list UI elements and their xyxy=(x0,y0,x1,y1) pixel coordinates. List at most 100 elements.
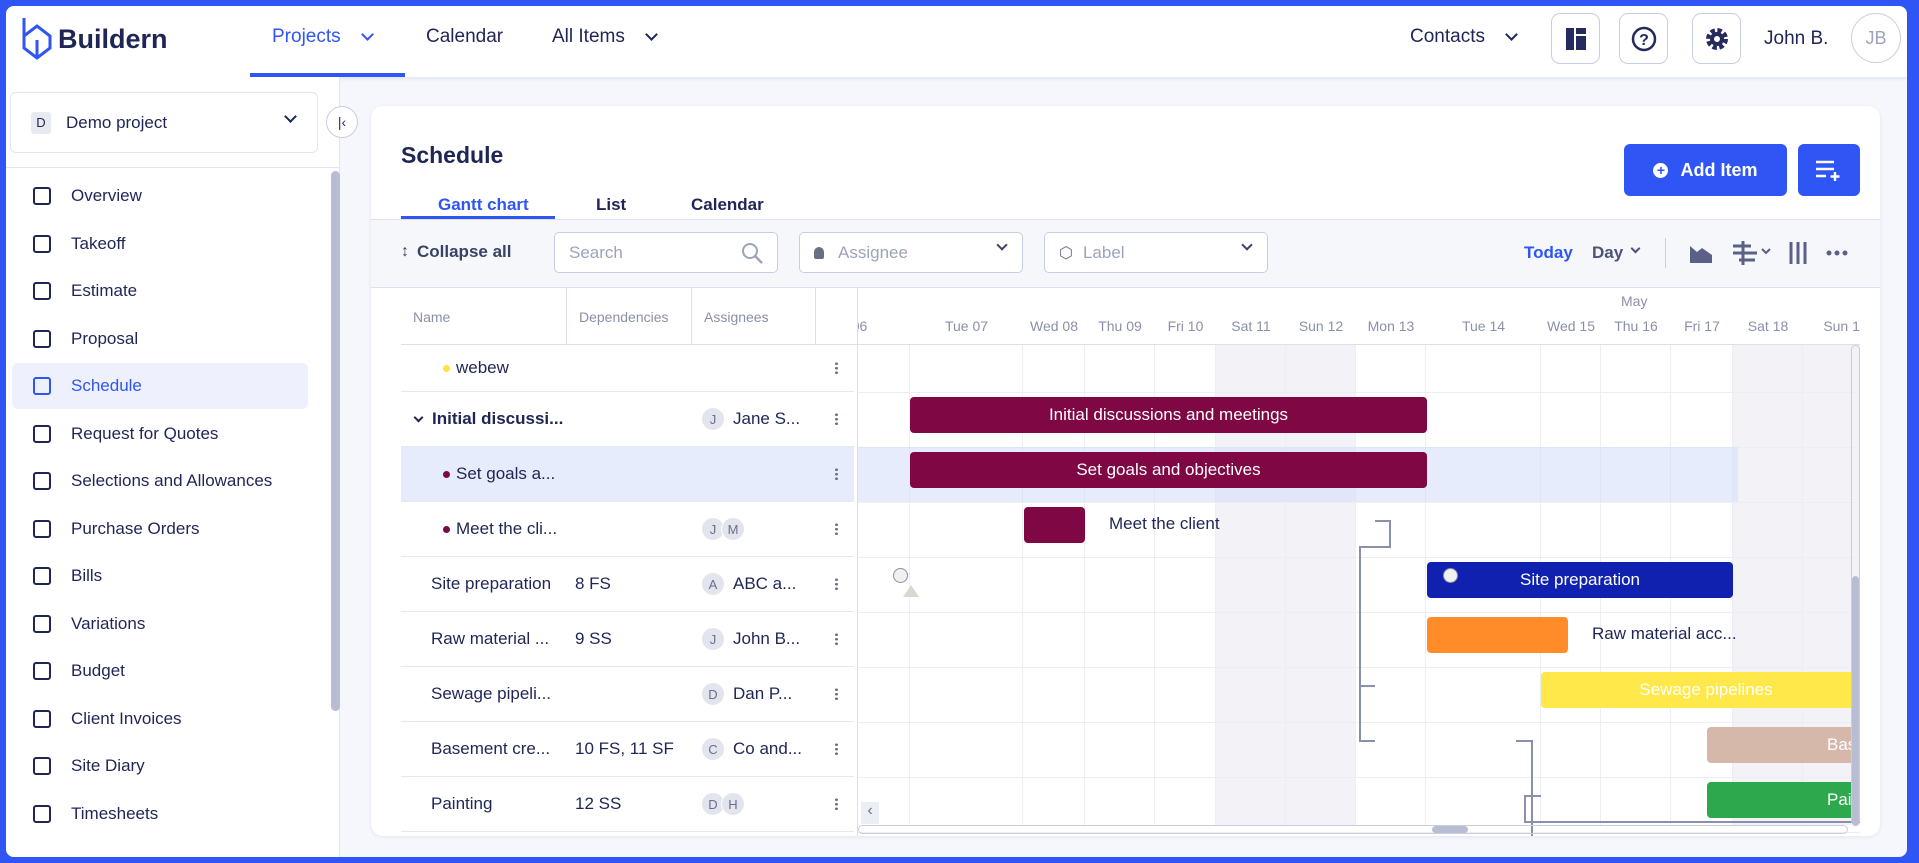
table-row[interactable]: Meet the cli... J M xyxy=(401,502,854,557)
sidebar-item-label: Client Invoices xyxy=(71,708,182,728)
right-drag-handle[interactable] xyxy=(1443,568,1458,583)
add-list-button[interactable] xyxy=(1798,144,1860,196)
table-row[interactable]: Sewage pipeli... D Dan P... xyxy=(401,667,854,722)
project-selector[interactable]: D Demo project xyxy=(10,92,318,153)
sidebar-item-estimate[interactable]: Estimate xyxy=(12,268,308,314)
name-cell: Initial discussi... xyxy=(413,392,563,446)
nav-calendar[interactable]: Calendar xyxy=(426,26,503,48)
horizontal-scrollbar[interactable] xyxy=(858,825,1848,834)
gantt-bar[interactable]: Sewage pipelines xyxy=(1541,672,1860,708)
chevron-down-icon[interactable] xyxy=(413,412,424,422)
dependency-link xyxy=(1359,520,1391,687)
sidebar-item-request-for-quotes[interactable]: Request for Quotes xyxy=(12,411,308,457)
more-icon[interactable] xyxy=(1826,250,1848,256)
row-menu-icon[interactable] xyxy=(835,632,838,646)
takeoff-icon xyxy=(33,234,51,253)
row-menu-icon[interactable] xyxy=(835,361,838,375)
scale-select[interactable]: Day xyxy=(1592,243,1641,263)
collapse-all-label: Collapse all xyxy=(417,242,512,261)
sidebar-item-variations[interactable]: Variations xyxy=(12,601,308,647)
search-input[interactable]: Search xyxy=(554,232,778,273)
nav-all-items[interactable]: All Items xyxy=(552,26,658,48)
chevron-down-icon xyxy=(284,110,297,123)
today-button[interactable]: Today xyxy=(1524,243,1573,263)
sidebar-item-overview[interactable]: Overview xyxy=(12,173,308,219)
user-avatar[interactable]: JB xyxy=(1851,13,1901,63)
sidebar-item-site-diary[interactable]: Site Diary xyxy=(12,743,308,789)
project-name: Demo project xyxy=(66,112,168,132)
gantt-bar[interactable]: Site preparation xyxy=(1427,562,1733,598)
table-row[interactable]: Initial discussi... J Jane S... xyxy=(401,392,854,447)
gantt-bar[interactable]: Basement creation xyxy=(1707,727,1860,763)
help-button[interactable]: ? xyxy=(1619,13,1668,64)
gantt-bar[interactable]: Initial discussions and meetings xyxy=(910,397,1427,433)
gantt-bar[interactable]: Painting xyxy=(1707,782,1860,818)
add-item-button[interactable]: + Add Item xyxy=(1624,144,1787,196)
vertical-scroll-thumb[interactable] xyxy=(1852,576,1859,826)
table-row[interactable]: Raw material ... 9 SS J John B... xyxy=(401,612,854,667)
critical-path-icon[interactable] xyxy=(1731,240,1775,266)
search-placeholder: Search xyxy=(569,242,623,262)
tab-calendar[interactable]: Calendar xyxy=(691,195,764,215)
column-header-assignees[interactable]: Assignees xyxy=(692,288,816,345)
collapse-all-button[interactable]: ↕ Collapse all xyxy=(401,242,511,262)
sidebar-item-timesheets[interactable]: Timesheets xyxy=(12,791,308,837)
assignee-name: Jane S... xyxy=(733,409,801,428)
row-menu-icon[interactable] xyxy=(835,797,838,811)
tab-gantt-chart[interactable]: Gantt chart xyxy=(438,195,529,215)
columns-icon[interactable] xyxy=(1789,242,1807,264)
nav-projects[interactable]: Projects xyxy=(272,26,374,48)
row-menu-icon[interactable] xyxy=(835,742,838,756)
horizontal-scroll-thumb[interactable] xyxy=(1432,826,1468,833)
layout-button[interactable] xyxy=(1551,13,1600,64)
selections-icon xyxy=(33,472,51,490)
contacts-menu[interactable]: Contacts xyxy=(1410,26,1518,48)
baseline-icon[interactable] xyxy=(1689,244,1713,264)
app-window: Buildern Projects Calendar All Items Con… xyxy=(6,6,1907,857)
table-row[interactable]: webew xyxy=(401,345,854,392)
status-dot xyxy=(443,525,450,533)
sidebar-item-bills[interactable]: Bills xyxy=(12,553,308,599)
logo[interactable]: Buildern xyxy=(20,16,168,62)
row-menu-icon[interactable] xyxy=(835,577,838,591)
tab-list[interactable]: List xyxy=(596,195,626,215)
collapse-sidebar-button[interactable]: |‹ xyxy=(326,106,358,138)
settings-button[interactable] xyxy=(1692,13,1741,64)
scroll-left-button[interactable]: ‹ xyxy=(861,802,879,824)
sidebar-item-budget[interactable]: Budget xyxy=(12,648,308,694)
row-menu-icon[interactable] xyxy=(835,522,838,536)
bar-label: Raw material acc... xyxy=(1592,624,1737,643)
column-header-dependencies[interactable]: Dependencies xyxy=(567,288,692,345)
table-row[interactable]: Set goals a... xyxy=(401,447,854,502)
column-header-name[interactable]: Name xyxy=(401,288,567,345)
sidebar-item-client-invoices[interactable]: Client Invoices xyxy=(12,696,308,742)
row-menu-icon[interactable] xyxy=(835,412,838,426)
row-menu-icon[interactable] xyxy=(835,467,838,481)
gantt-bar[interactable]: Set goals and objectives xyxy=(910,452,1427,488)
sidebar-item-schedule[interactable]: Schedule xyxy=(12,363,308,409)
sidebar-scrollbar[interactable] xyxy=(331,171,340,711)
progress-handle[interactable] xyxy=(903,585,919,597)
name-cell: Basement cre... xyxy=(431,722,550,776)
gantt-bar[interactable] xyxy=(1024,507,1085,543)
left-drag-handle[interactable] xyxy=(893,568,908,583)
assignees-cell: C Co and... xyxy=(701,722,802,776)
sidebar-item-proposal[interactable]: Proposal xyxy=(12,316,308,362)
sidebar-item-label: Estimate xyxy=(71,281,138,300)
table-row[interactable]: Painting 12 SS D H xyxy=(401,777,854,832)
vertical-scrollbar[interactable] xyxy=(1851,345,1860,826)
sidebar-item-selections-and-allowances[interactable]: Selections and Allowances xyxy=(12,458,308,504)
timesheet-icon xyxy=(33,804,51,823)
avatar: C xyxy=(701,737,725,761)
assignee-select[interactable]: Assignee xyxy=(799,232,1023,273)
status-dot xyxy=(443,470,450,478)
label-select[interactable]: ⬡ Label xyxy=(1044,232,1268,273)
table-row[interactable]: Site preparation 8 FS A ABC a... xyxy=(401,557,854,612)
table-row[interactable]: Basement cre... 10 FS, 11 SF C Co and... xyxy=(401,722,854,777)
sidebar-item-purchase-orders[interactable]: Purchase Orders xyxy=(12,506,308,552)
invoice-icon xyxy=(33,709,51,728)
row-menu-icon[interactable] xyxy=(835,687,838,701)
gantt-bar[interactable] xyxy=(1427,617,1568,653)
avatar: J xyxy=(701,627,725,651)
sidebar-item-takeoff[interactable]: Takeoff xyxy=(12,221,308,267)
